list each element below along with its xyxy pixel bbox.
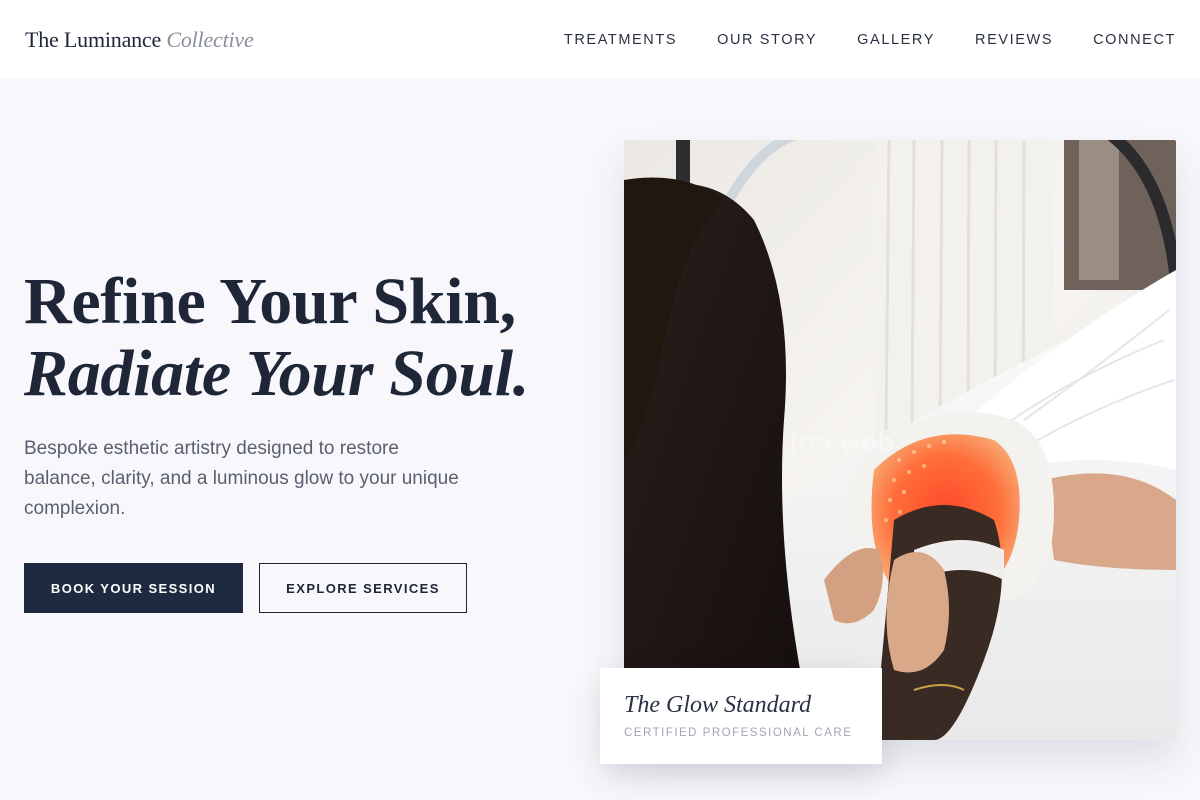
site-header: The Luminance Collective TREATMENTS OUR … [0, 0, 1200, 79]
hero-image: freeweb [624, 140, 1176, 740]
brand-name-italic: Collective [166, 26, 254, 52]
hero-watermark: freeweb [789, 429, 894, 459]
brand-logo[interactable]: The Luminance Collective [25, 27, 254, 53]
main-nav: TREATMENTS OUR STORY GALLERY REVIEWS CON… [564, 32, 1176, 48]
hero-headline: Refine Your Skin, Radiate Your Soul. [24, 266, 529, 410]
badge-subtitle: CERTIFIED PROFESSIONAL CARE [624, 727, 853, 739]
nav-gallery[interactable]: GALLERY [857, 32, 935, 48]
nav-treatments[interactable]: TREATMENTS [564, 32, 677, 48]
brand-name: The Luminance [25, 26, 162, 52]
explore-services-button[interactable]: EXPLORE SERVICES [259, 563, 467, 613]
headline-line-1: Refine Your Skin, [24, 265, 516, 338]
headline-line-2: Radiate Your Soul. [24, 337, 530, 410]
badge-title: The Glow Standard [624, 692, 812, 718]
nav-reviews[interactable]: REVIEWS [975, 32, 1053, 48]
book-session-button[interactable]: BOOK YOUR SESSION [24, 563, 243, 613]
nav-our-story[interactable]: OUR STORY [717, 32, 817, 48]
glow-standard-badge: The Glow Standard CERTIFIED PROFESSIONAL… [600, 668, 882, 764]
nav-connect[interactable]: CONNECT [1093, 32, 1176, 48]
hero-subtext: Bespoke esthetic artistry designed to re… [24, 438, 459, 519]
